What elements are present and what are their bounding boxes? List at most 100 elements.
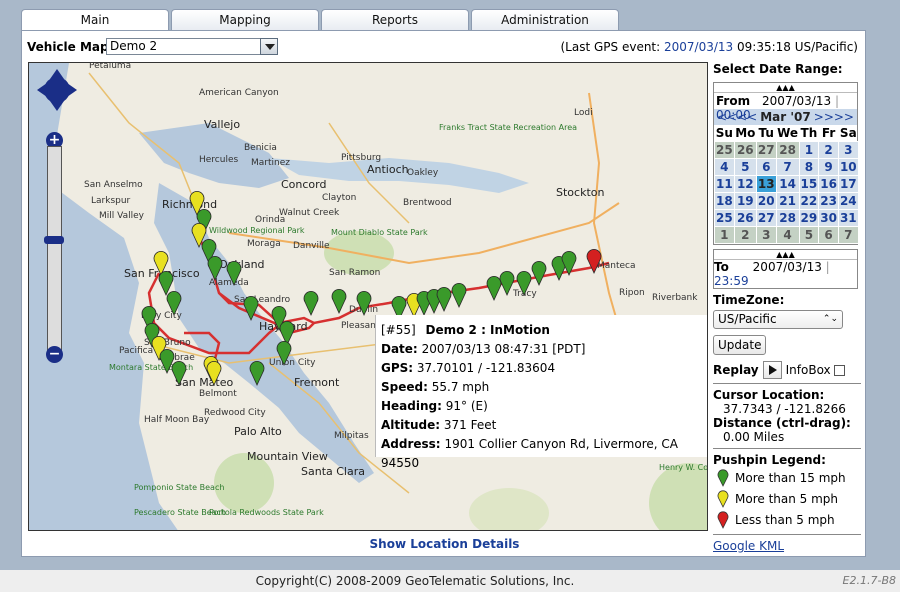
legend-item: More than 15 mph	[713, 467, 861, 488]
calendar-day[interactable]: 26	[733, 209, 757, 227]
tab-reports[interactable]: Reports	[321, 9, 469, 31]
next-month-link[interactable]: >>>>	[814, 109, 854, 125]
map-pushpin[interactable]	[561, 250, 577, 276]
calendar-day[interactable]: 11	[714, 175, 735, 193]
map-pushpin[interactable]	[276, 340, 292, 366]
calendar-day[interactable]: 4	[775, 226, 800, 244]
calendar-day[interactable]: 3	[837, 141, 859, 159]
calendar-day[interactable]: 3	[755, 226, 777, 244]
last-gps-date[interactable]: 2007/03/13	[664, 40, 733, 54]
to-time-value[interactable]: 23:59	[714, 274, 749, 288]
location-info-popup: [#55] Demo 2 : InMotion Date: 2007/03/13…	[375, 315, 707, 470]
map-pushpin[interactable]	[158, 270, 174, 296]
map-pushpin[interactable]	[516, 270, 532, 296]
calendar-day[interactable]: 8	[798, 158, 820, 176]
version-text: E2.1.7-B8	[842, 574, 896, 587]
map-pushpin[interactable]	[303, 290, 319, 316]
tab-mapping[interactable]: Mapping	[171, 9, 319, 31]
calendar-day[interactable]: 6	[755, 158, 777, 176]
calendar-day[interactable]: 24	[837, 192, 859, 210]
calendar-day[interactable]: 25	[714, 209, 735, 227]
calendar-day[interactable]: 4	[714, 158, 735, 176]
show-location-details-link[interactable]: Show Location Details	[22, 537, 867, 551]
map-pushpin[interactable]	[451, 282, 467, 308]
calendar-day[interactable]: 9	[818, 158, 839, 176]
legend-label: More than 5 mph	[735, 491, 839, 506]
from-time-up-icon[interactable]: ▲▲▲	[714, 83, 857, 92]
legend-label: More than 15 mph	[735, 470, 846, 485]
calendar-day[interactable]: 16	[818, 175, 839, 193]
calendar-day[interactable]: 25	[714, 141, 735, 159]
map-pushpin[interactable]	[531, 260, 547, 286]
calendar-day[interactable]: 7	[775, 158, 800, 176]
timezone-select[interactable]: US/Pacific	[713, 310, 843, 329]
calendar-day[interactable]: 19	[733, 192, 757, 210]
update-button[interactable]: Update	[713, 335, 767, 355]
map-pushpin[interactable]	[249, 360, 265, 386]
weekday-header: We	[777, 126, 799, 140]
calendar-day[interactable]: 18	[714, 192, 735, 210]
to-date-value[interactable]: 2007/03/13	[753, 260, 822, 274]
map-pushpin[interactable]	[331, 288, 347, 314]
calendar-day[interactable]: 28	[775, 209, 800, 227]
map-pushpin[interactable]	[356, 290, 372, 316]
chevron-down-icon[interactable]	[260, 38, 278, 55]
pushpin-legend: More than 15 mph More than 5 mph Less than…	[713, 467, 861, 530]
calendar-day[interactable]: 13	[755, 175, 777, 193]
calendar-day[interactable]: 5	[798, 226, 820, 244]
calendar-day[interactable]: 5	[733, 158, 757, 176]
map-pushpin[interactable]	[486, 275, 502, 301]
map-pushpin[interactable]	[586, 248, 602, 274]
calendar-day[interactable]: 1	[798, 141, 820, 159]
calendar-day[interactable]: 14	[775, 175, 800, 193]
calendar-day[interactable]: 10	[837, 158, 859, 176]
calendar-day[interactable]: 6	[818, 226, 839, 244]
calendar-day[interactable]: 22	[798, 192, 820, 210]
calendar-day[interactable]: 23	[818, 192, 839, 210]
weekday-header: Su	[715, 126, 733, 140]
prev-month-link[interactable]: <<<<	[717, 109, 757, 125]
calendar-day[interactable]: 29	[798, 209, 820, 227]
popup-title: [#55] Demo 2 : InMotion	[381, 321, 707, 340]
infobox-checkbox[interactable]	[833, 364, 845, 376]
vehicle-map-select[interactable]: Demo 2	[106, 38, 278, 55]
calendar-day[interactable]: 26	[733, 141, 757, 159]
map-pushpin[interactable]	[166, 290, 182, 316]
map-pushpin[interactable]	[499, 270, 515, 296]
main-panel: Vehicle Map: Demo 2 (Last GPS event: 200…	[21, 30, 866, 557]
calendar-day[interactable]: 30	[818, 209, 839, 227]
timezone-label: TimeZone:	[713, 293, 785, 307]
calendar-day[interactable]: 20	[755, 192, 777, 210]
tab-administration[interactable]: Administration	[471, 9, 619, 31]
calendar-day[interactable]: 27	[755, 209, 777, 227]
play-icon[interactable]	[762, 361, 782, 379]
calendar-day[interactable]: 15	[798, 175, 820, 193]
last-gps-event: (Last GPS event: 2007/03/13 09:35:18 US/…	[561, 40, 859, 54]
calendar-day[interactable]: 2	[818, 141, 839, 159]
weekday-header: Mo	[735, 126, 756, 140]
distance-value: 0.00 Miles	[723, 430, 785, 444]
calendar-day[interactable]: 2	[733, 226, 757, 244]
distance-label: Distance (ctrl-drag):	[713, 416, 851, 430]
calendar-day[interactable]: 12	[733, 175, 757, 193]
calendar-day[interactable]: 7	[837, 226, 859, 244]
map-pushpin[interactable]	[226, 260, 242, 286]
calendar-day[interactable]: 1	[714, 226, 735, 244]
map-pushpin[interactable]	[243, 295, 259, 321]
calendar-day[interactable]: 27	[755, 141, 777, 159]
calendar-day[interactable]: 17	[837, 175, 859, 193]
map-pushpin[interactable]	[171, 360, 187, 386]
calendar-day[interactable]: 31	[837, 209, 859, 227]
map-pushpin[interactable]	[206, 360, 222, 386]
from-date-value[interactable]: 2007/03/13	[762, 94, 831, 108]
map-view[interactable]: Petaluma American Canyon Vallejo Benicia…	[28, 62, 708, 531]
calendar-day[interactable]: 28	[775, 141, 800, 159]
from-date-row[interactable]: From 2007/03/13 | 00:00	[714, 92, 857, 122]
date-range-title: Select Date Range:	[713, 62, 843, 76]
map-pushpin[interactable]	[436, 286, 452, 312]
to-date-row[interactable]: To 2007/03/13 | 23:59	[714, 259, 857, 288]
map-pushpin[interactable]	[207, 255, 223, 281]
calendar-day[interactable]: 21	[775, 192, 800, 210]
to-time-up-icon[interactable]: ▲▲▲	[714, 250, 857, 259]
tab-main[interactable]: Main	[21, 9, 169, 32]
